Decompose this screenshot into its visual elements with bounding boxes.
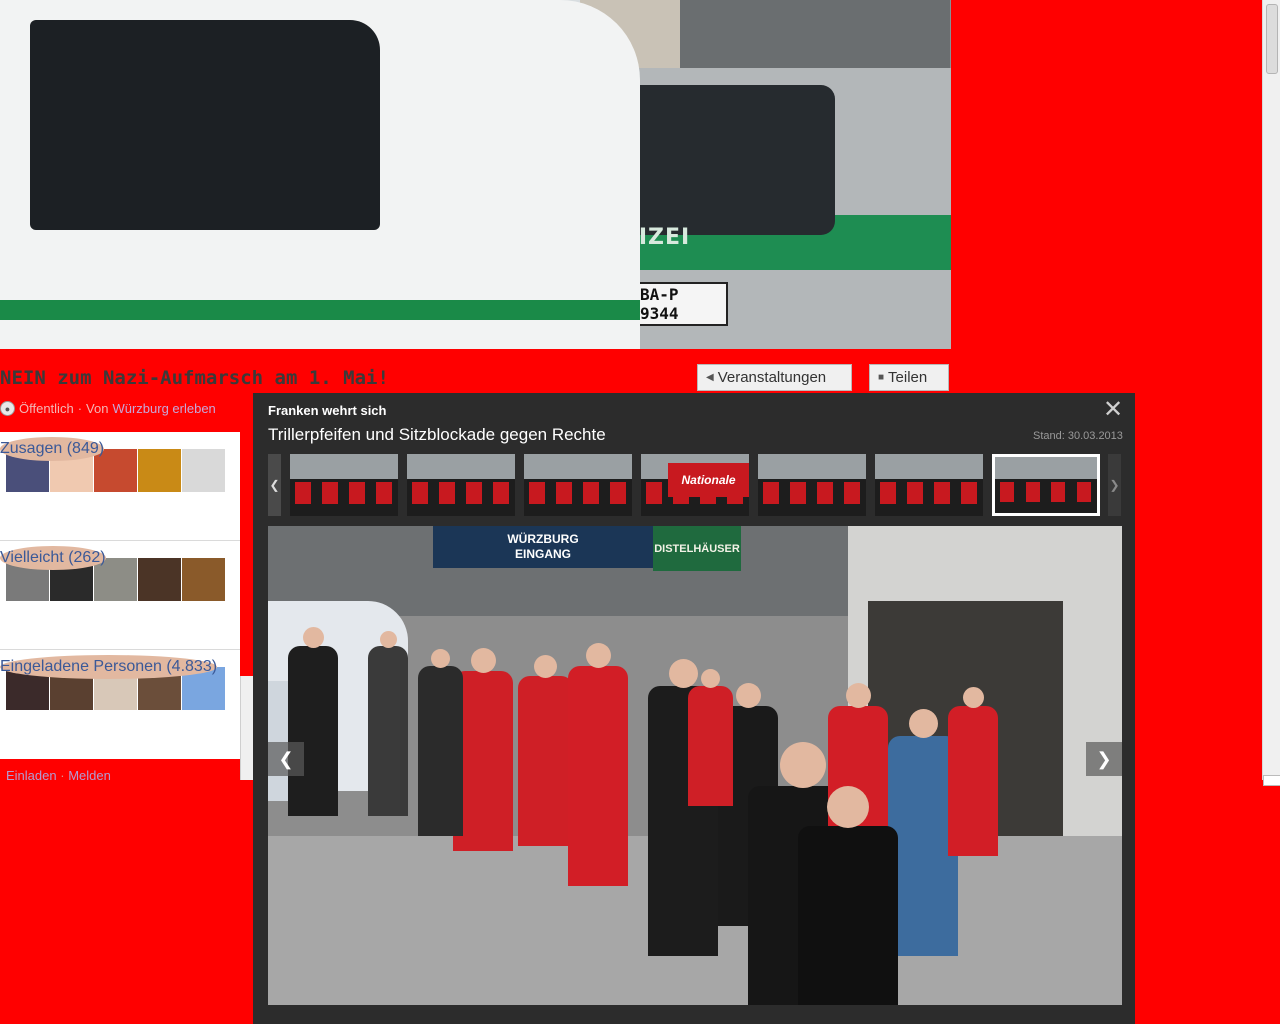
guest-avatar[interactable] [138,449,181,492]
share-button[interactable]: ■ Teilen [869,364,949,391]
events-button-label: Veranstaltungen [717,369,827,386]
photo-person-head [780,742,826,788]
divider [0,649,240,650]
page-scrollbar-thumb[interactable] [1266,4,1278,74]
photo-person [798,826,898,1005]
chevron-left-icon: ◀ [706,372,714,383]
guests-maybe-section: Vielleicht (262) [0,546,240,601]
previous-photo-button[interactable]: ❮ [268,742,304,776]
photo-person [688,686,733,806]
gallery-date: Stand: 30.03.2013 [1033,430,1123,442]
photo-person-head [668,659,698,688]
photo-person-head [701,669,720,688]
globe-icon: ● [0,401,15,416]
gallery-thumbnail[interactable] [290,454,398,516]
entrance-sign-bottom: EINGANG [514,547,571,561]
guest-avatar[interactable] [138,558,181,601]
photo-person [948,706,998,856]
chevron-left-icon[interactable]: ❮ [268,454,281,516]
gallery-title: Trillerpfeifen und Sitzblockade gegen Re… [268,425,606,444]
scroll-down-button[interactable] [1263,775,1280,786]
gallery-thumbnail[interactable] [758,454,866,516]
invite-report-row: Einladen · Melden [6,768,111,783]
photo-lightbox: Franken wehrt sich ✕ Trillerpfeifen und … [253,393,1135,1024]
photo-person-head [431,649,450,668]
photo-person-head [735,683,761,708]
privacy-label: Öffentlich [19,401,74,416]
guests-going-section: Zusagen (849) [0,437,240,492]
guest-avatar[interactable] [182,558,225,601]
page-scrollbar[interactable] [1262,0,1280,780]
share-button-label: Teilen [888,369,928,386]
gallery-thumbnail[interactable]: Nationale [641,454,749,516]
events-button[interactable]: ◀ Veranstaltungen [697,364,852,391]
entrance-sign-top: WÜRZBURG [507,532,579,546]
photo-person-head [845,683,871,708]
photo-person-head [585,643,611,668]
guests-going-link[interactable]: Zusagen (849) [0,437,105,461]
meta-separator: · [77,401,83,416]
event-meta: ● Öffentlich · Von Würzburg erleben [0,401,216,416]
photo-person-head [908,709,938,738]
photo-person [368,646,408,816]
gallery-thumbnail[interactable] [992,454,1100,516]
photo-person [568,666,628,886]
chevron-right-icon[interactable]: ❯ [1108,454,1121,516]
photo-person-head [534,655,557,678]
entrance-sign: WÜRZBURG EINGANG [433,526,653,568]
photo-person-head [302,627,324,648]
event-title: NEIN zum Nazi-Aufmarsch am 1. Mai! [0,367,389,389]
photo-person-head [962,687,984,708]
guests-invited-section: Eingeladene Personen (4.833) [0,655,240,710]
photo-person [418,666,463,836]
report-link[interactable]: Melden [68,768,111,783]
guest-avatar[interactable] [182,449,225,492]
guests-invited-link[interactable]: Eingeladene Personen (4.833) [0,655,218,679]
invite-separator: · [60,768,65,783]
gallery-source: Franken wehrt sich [268,403,387,418]
thumbnail-banner-text: Nationale [668,463,749,498]
panel-scrollbar[interactable] [240,676,254,780]
photo-person [518,676,573,846]
close-icon[interactable]: ✕ [1102,398,1124,422]
gallery-thumbnail[interactable] [524,454,632,516]
gallery-thumbnail[interactable] [875,454,983,516]
photo-person-head [827,786,869,828]
main-photo[interactable]: WÜRZBURG EINGANG DISTELHÄUSER ❮ ❯ [268,526,1122,1005]
photo-person [288,646,338,816]
host-link[interactable]: Würzburg erleben [112,401,215,416]
gallery-thumbnail[interactable] [407,454,515,516]
photo-person-head [379,631,397,648]
divider [0,540,240,541]
guest-panel: Zusagen (849) Vielleicht (262) Eingelade… [0,432,240,759]
brewery-sign: DISTELHÄUSER [653,526,741,571]
guests-maybe-link[interactable]: Vielleicht (262) [0,546,106,570]
event-cover-photo: POLIZEI BA-P 9344 [0,0,951,349]
license-plate: BA-P 9344 [638,282,728,326]
next-photo-button[interactable]: ❯ [1086,742,1122,776]
thumbnail-strip: ❮ ❯ Nationale [268,454,1122,516]
invite-link[interactable]: Einladen [6,768,57,783]
photo-person-head [470,648,496,673]
speech-bubble-icon: ■ [878,372,885,383]
by-prefix: Von [86,401,109,416]
